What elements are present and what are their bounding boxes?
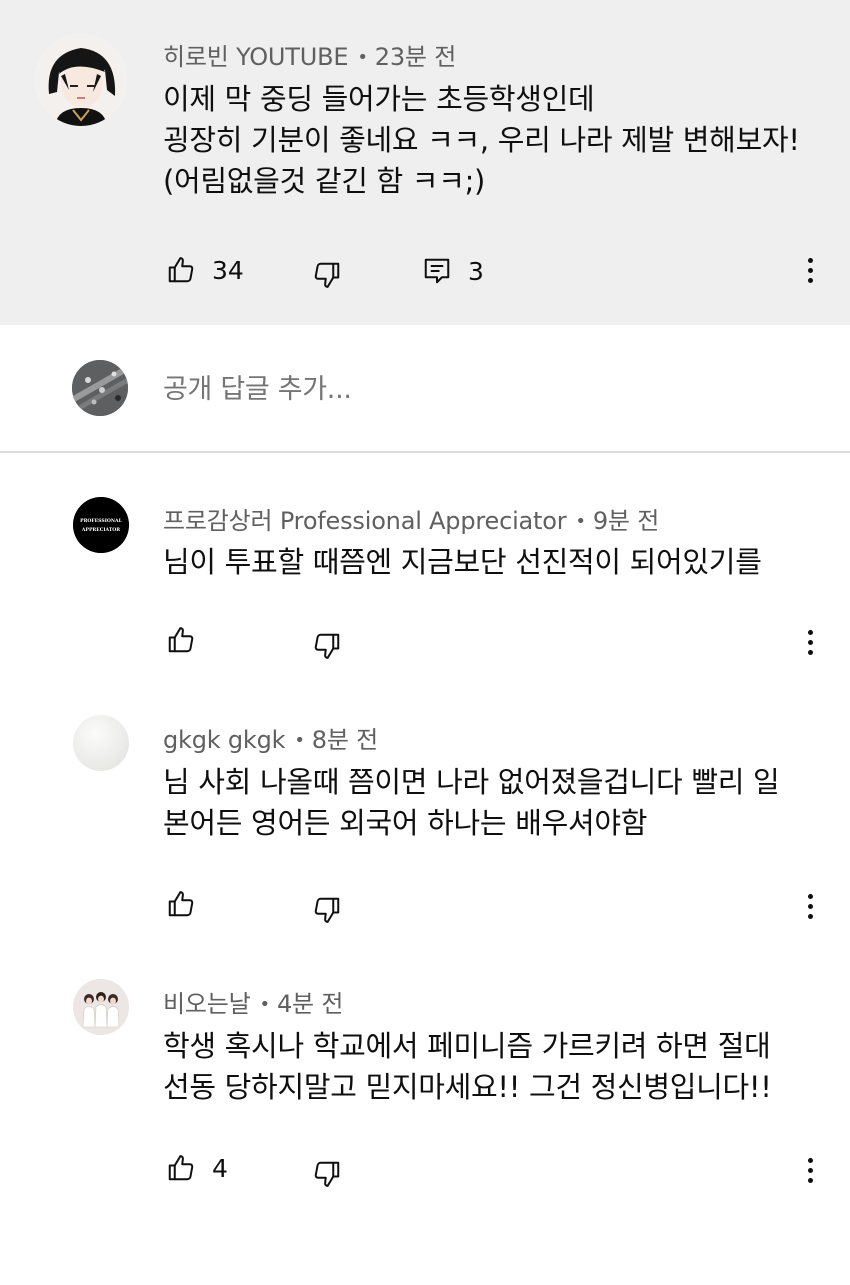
comment-line: 이제 막 중딩 들어가는 초등학생인데 [163,82,595,116]
comment-meta: 비오는날 • 4분 전 [163,984,343,1019]
comment-line: 학생 혹시나 학교에서 페미니즘 가르키려 하면 절대 [163,1029,771,1063]
dislike-button[interactable] [312,1159,342,1189]
dislike-button[interactable] [312,631,342,661]
more-vertical-icon [807,629,813,635]
more-options-button[interactable] [800,1150,820,1190]
more-dot [807,903,813,909]
comment-text: 학생 혹시나 학교에서 페미니즘 가르키려 하면 절대 선동 당하지말고 믿지마… [163,1026,772,1108]
separator-dot: • [575,511,586,532]
comment-line: 선동 당하지말고 믿지마세요!! 그건 정신병입니다!! [163,1070,772,1104]
more-vertical-icon [807,1157,813,1163]
comment-meta: gkgk gkgk • 8분 전 [163,720,378,755]
thumbs-down-icon [312,631,342,661]
thumbs-down-icon [312,1159,342,1189]
reply-count: 3 [468,256,484,286]
comment-meta: 프로감상러 Professional Appreciator • 9분 전 [163,501,659,536]
thumbs-up-icon [166,625,196,655]
separator-dot: • [294,730,305,751]
author-name[interactable]: 히로빈 YOUTUBE [163,43,349,71]
comment-line: 님 사회 나올때 쯤이면 나라 없어졌을겁니다 빨리 일 [163,765,780,799]
parent-comment: 히로빈 YOUTUBE • 23분 전 이제 막 중딩 들어가는 초등학생인데 굉장… [0,0,850,325]
more-dot [807,913,813,919]
thumbs-down-icon [312,895,342,925]
comment-text: 님 사회 나올때 쯤이면 나라 없어졌을겁니다 빨리 일 본어든 영어든 외국어… [163,762,780,844]
more-options-button[interactable] [800,622,820,662]
avatar[interactable] [35,34,127,126]
more-dot [807,267,813,273]
timestamp[interactable]: 8분 전 [312,726,378,754]
comment-line: 본어든 영어든 외국어 하나는 배우셔야함 [163,806,648,840]
author-name[interactable]: 프로감상러 Professional Appreciator [163,507,567,535]
like-button[interactable] [166,625,196,655]
more-dot [807,639,813,645]
more-options-button[interactable] [800,886,820,926]
more-options-button[interactable] [800,250,820,290]
comment-line: 님이 투표할 때쯤엔 지금보단 선진적이 되어있기를 [163,545,762,579]
comment-line: 굉장히 기분이 좋네요 ㅋㅋ, 우리 나라 제발 변해보자! [163,123,800,157]
thumbs-up-icon [166,255,196,285]
reply-bar [0,325,850,453]
thumbs-up-icon [166,1153,196,1183]
more-dot [807,649,813,655]
more-dot [807,1167,813,1173]
comment-meta: 히로빈 YOUTUBE • 23분 전 [163,37,456,72]
like-button[interactable]: 4 [166,1153,228,1183]
timestamp[interactable]: 9분 전 [593,507,659,535]
dislike-button[interactable] [312,895,342,925]
comment-text: 님이 투표할 때쯤엔 지금보단 선진적이 되어있기를 [163,542,762,583]
comment-line: (어림없을것 같긴 함 ㅋㅋ;) [163,164,486,198]
reply-input[interactable] [163,374,763,405]
author-name[interactable]: 비오는날 [163,990,251,1018]
like-button[interactable]: 34 [166,255,244,285]
separator-dot: • [259,994,271,1015]
more-vertical-icon [807,893,813,899]
comment-icon [422,256,452,286]
thumbs-down-icon [312,260,342,290]
comment-text: 이제 막 중딩 들어가는 초등학생인데 굉장히 기분이 좋네요 ㅋㅋ, 우리 나… [163,79,800,202]
more-vertical-icon [807,257,813,263]
timestamp[interactable]: 23분 전 [375,43,457,71]
avatar[interactable] [72,360,128,416]
reply-button[interactable]: 3 [422,256,484,286]
separator-dot: • [357,47,368,68]
timestamp[interactable]: 4분 전 [277,990,343,1018]
author-name[interactable]: gkgk gkgk [163,726,286,754]
like-count: 34 [212,255,244,285]
like-button[interactable] [166,889,196,919]
avatar[interactable] [73,715,129,771]
thumbs-up-icon [166,889,196,919]
like-count: 4 [212,1153,228,1183]
dislike-button[interactable] [312,260,342,290]
avatar-logo-text: APPRECIATOR [81,527,120,533]
more-dot [807,1177,813,1183]
avatar[interactable]: PROFESSIONAL APPRECIATOR [73,497,129,553]
avatar-logo-text: PROFESSIONAL [80,518,122,524]
avatar[interactable] [73,979,129,1035]
more-dot [807,277,813,283]
